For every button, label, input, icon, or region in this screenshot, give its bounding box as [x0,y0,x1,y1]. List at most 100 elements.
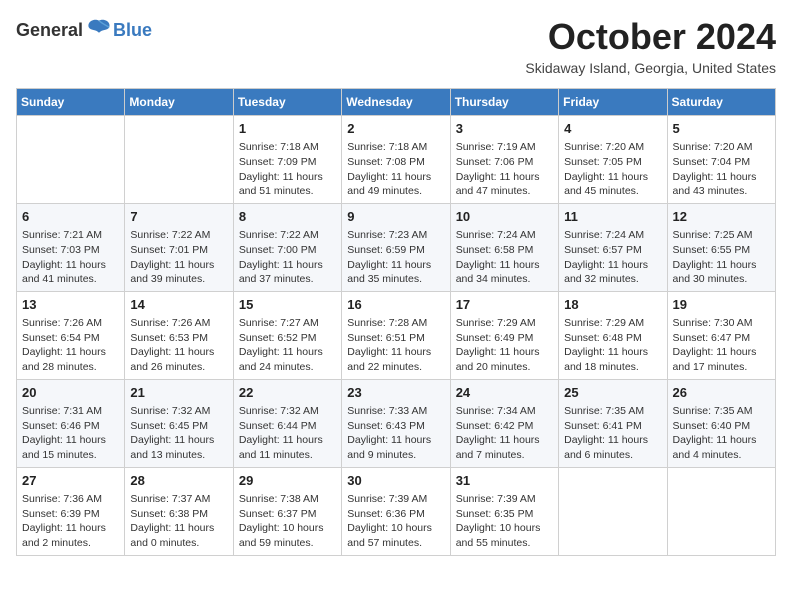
day-number: 11 [564,208,661,226]
day-number: 5 [673,120,770,138]
day-number: 19 [673,296,770,314]
cell-content: Sunrise: 7:35 AMSunset: 6:41 PMDaylight:… [564,404,661,463]
cell-content: Sunrise: 7:26 AMSunset: 6:54 PMDaylight:… [22,316,119,375]
calendar-header-row: SundayMondayTuesdayWednesdayThursdayFrid… [17,89,776,116]
calendar-cell: 25Sunrise: 7:35 AMSunset: 6:41 PMDayligh… [559,379,667,467]
day-number: 9 [347,208,444,226]
day-number: 14 [130,296,227,314]
calendar-cell: 9 Sunrise: 7:23 AMSunset: 6:59 PMDaylight… [342,203,450,291]
day-number: 8 [239,208,336,226]
calendar-cell: 2 Sunrise: 7:18 AMSunset: 7:08 PMDaylight… [342,116,450,204]
cell-content: Sunrise: 7:32 AMSunset: 6:45 PMDaylight:… [130,404,227,463]
day-number: 26 [673,384,770,402]
day-number: 29 [239,472,336,490]
calendar-cell: 18 Sunrise: 7:29 AMSunset: 6:48 PMDayligh… [559,291,667,379]
calendar-cell: 10Sunrise: 7:24 AMSunset: 6:58 PMDayligh… [450,203,558,291]
cell-content: Sunrise: 7:29 AMSunset: 6:49 PMDaylight:… [456,316,553,375]
calendar-week-row: 13 Sunrise: 7:26 AMSunset: 6:54 PMDayligh… [17,291,776,379]
cell-content: Sunrise: 7:24 AMSunset: 6:58 PMDaylight:… [456,228,553,287]
day-number: 27 [22,472,119,490]
calendar-cell: 5 Sunrise: 7:20 AMSunset: 7:04 PMDaylight… [667,116,775,204]
calendar-cell: 12 Sunrise: 7:25 AMSunset: 6:55 PMDayligh… [667,203,775,291]
calendar-cell: 6Sunrise: 7:21 AMSunset: 7:03 PMDaylight… [17,203,125,291]
cell-content: Sunrise: 7:20 AMSunset: 7:04 PMDaylight:… [673,140,770,199]
logo-general-text: General [16,20,83,41]
day-number: 21 [130,384,227,402]
calendar-cell [17,116,125,204]
weekday-header: Wednesday [342,89,450,116]
calendar-cell: 24 Sunrise: 7:34 AMSunset: 6:42 PMDayligh… [450,379,558,467]
logo: General Blue [16,16,152,44]
day-number: 17 [456,296,553,314]
cell-content: Sunrise: 7:38 AMSunset: 6:37 PMDaylight:… [239,492,336,551]
logo-blue-text: Blue [113,20,152,41]
weekday-header: Tuesday [233,89,341,116]
cell-content: Sunrise: 7:20 AMSunset: 7:05 PMDaylight:… [564,140,661,199]
calendar-cell: 31Sunrise: 7:39 AMSunset: 6:35 PMDayligh… [450,467,558,555]
cell-content: Sunrise: 7:37 AMSunset: 6:38 PMDaylight:… [130,492,227,551]
cell-content: Sunrise: 7:21 AMSunset: 7:03 PMDaylight:… [22,228,119,287]
day-number: 12 [673,208,770,226]
calendar-cell: 22 Sunrise: 7:32 AMSunset: 6:44 PMDayligh… [233,379,341,467]
day-number: 13 [22,296,119,314]
calendar-week-row: 6Sunrise: 7:21 AMSunset: 7:03 PMDaylight… [17,203,776,291]
cell-content: Sunrise: 7:25 AMSunset: 6:55 PMDaylight:… [673,228,770,287]
cell-content: Sunrise: 7:30 AMSunset: 6:47 PMDaylight:… [673,316,770,375]
weekday-header: Thursday [450,89,558,116]
calendar-cell [559,467,667,555]
title-section: October 2024 Skidaway Island, Georgia, U… [525,16,776,76]
month-title: October 2024 [525,16,776,58]
calendar-cell: 26 Sunrise: 7:35 AMSunset: 6:40 PMDayligh… [667,379,775,467]
calendar-table: SundayMondayTuesdayWednesdayThursdayFrid… [16,88,776,556]
day-number: 23 [347,384,444,402]
calendar-cell: 19 Sunrise: 7:30 AMSunset: 6:47 PMDayligh… [667,291,775,379]
day-number: 24 [456,384,553,402]
weekday-header: Saturday [667,89,775,116]
calendar-week-row: 27 Sunrise: 7:36 AMSunset: 6:39 PMDayligh… [17,467,776,555]
cell-content: Sunrise: 7:28 AMSunset: 6:51 PMDaylight:… [347,316,444,375]
calendar-cell: 8 Sunrise: 7:22 AMSunset: 7:00 PMDaylight… [233,203,341,291]
cell-content: Sunrise: 7:18 AMSunset: 7:08 PMDaylight:… [347,140,444,199]
weekday-header: Sunday [17,89,125,116]
calendar-cell [667,467,775,555]
day-number: 15 [239,296,336,314]
cell-content: Sunrise: 7:23 AMSunset: 6:59 PMDaylight:… [347,228,444,287]
day-number: 1 [239,120,336,138]
calendar-cell: 11Sunrise: 7:24 AMSunset: 6:57 PMDayligh… [559,203,667,291]
cell-content: Sunrise: 7:34 AMSunset: 6:42 PMDaylight:… [456,404,553,463]
calendar-cell: 1 Sunrise: 7:18 AMSunset: 7:09 PMDaylight… [233,116,341,204]
cell-content: Sunrise: 7:35 AMSunset: 6:40 PMDaylight:… [673,404,770,463]
day-number: 4 [564,120,661,138]
cell-content: Sunrise: 7:22 AMSunset: 7:01 PMDaylight:… [130,228,227,287]
calendar-cell: 30Sunrise: 7:39 AMSunset: 6:36 PMDayligh… [342,467,450,555]
day-number: 7 [130,208,227,226]
calendar-cell: 21 Sunrise: 7:32 AMSunset: 6:45 PMDayligh… [125,379,233,467]
day-number: 2 [347,120,444,138]
weekday-header: Friday [559,89,667,116]
cell-content: Sunrise: 7:18 AMSunset: 7:09 PMDaylight:… [239,140,336,199]
calendar-week-row: 1 Sunrise: 7:18 AMSunset: 7:09 PMDaylight… [17,116,776,204]
cell-content: Sunrise: 7:39 AMSunset: 6:35 PMDaylight:… [456,492,553,551]
calendar-cell: 4 Sunrise: 7:20 AMSunset: 7:05 PMDaylight… [559,116,667,204]
day-number: 20 [22,384,119,402]
cell-content: Sunrise: 7:32 AMSunset: 6:44 PMDaylight:… [239,404,336,463]
day-number: 30 [347,472,444,490]
calendar-cell [125,116,233,204]
page-header: General Blue October 2024 Skidaway Islan… [16,16,776,76]
cell-content: Sunrise: 7:36 AMSunset: 6:39 PMDaylight:… [22,492,119,551]
calendar-cell: 17 Sunrise: 7:29 AMSunset: 6:49 PMDayligh… [450,291,558,379]
cell-content: Sunrise: 7:29 AMSunset: 6:48 PMDaylight:… [564,316,661,375]
calendar-cell: 27 Sunrise: 7:36 AMSunset: 6:39 PMDayligh… [17,467,125,555]
day-number: 18 [564,296,661,314]
calendar-cell: 3Sunrise: 7:19 AMSunset: 7:06 PMDaylight… [450,116,558,204]
cell-content: Sunrise: 7:26 AMSunset: 6:53 PMDaylight:… [130,316,227,375]
day-number: 22 [239,384,336,402]
calendar-cell: 13 Sunrise: 7:26 AMSunset: 6:54 PMDayligh… [17,291,125,379]
cell-content: Sunrise: 7:31 AMSunset: 6:46 PMDaylight:… [22,404,119,463]
day-number: 28 [130,472,227,490]
logo-bird-icon [85,16,113,44]
cell-content: Sunrise: 7:27 AMSunset: 6:52 PMDaylight:… [239,316,336,375]
calendar-cell: 14 Sunrise: 7:26 AMSunset: 6:53 PMDayligh… [125,291,233,379]
cell-content: Sunrise: 7:22 AMSunset: 7:00 PMDaylight:… [239,228,336,287]
day-number: 3 [456,120,553,138]
